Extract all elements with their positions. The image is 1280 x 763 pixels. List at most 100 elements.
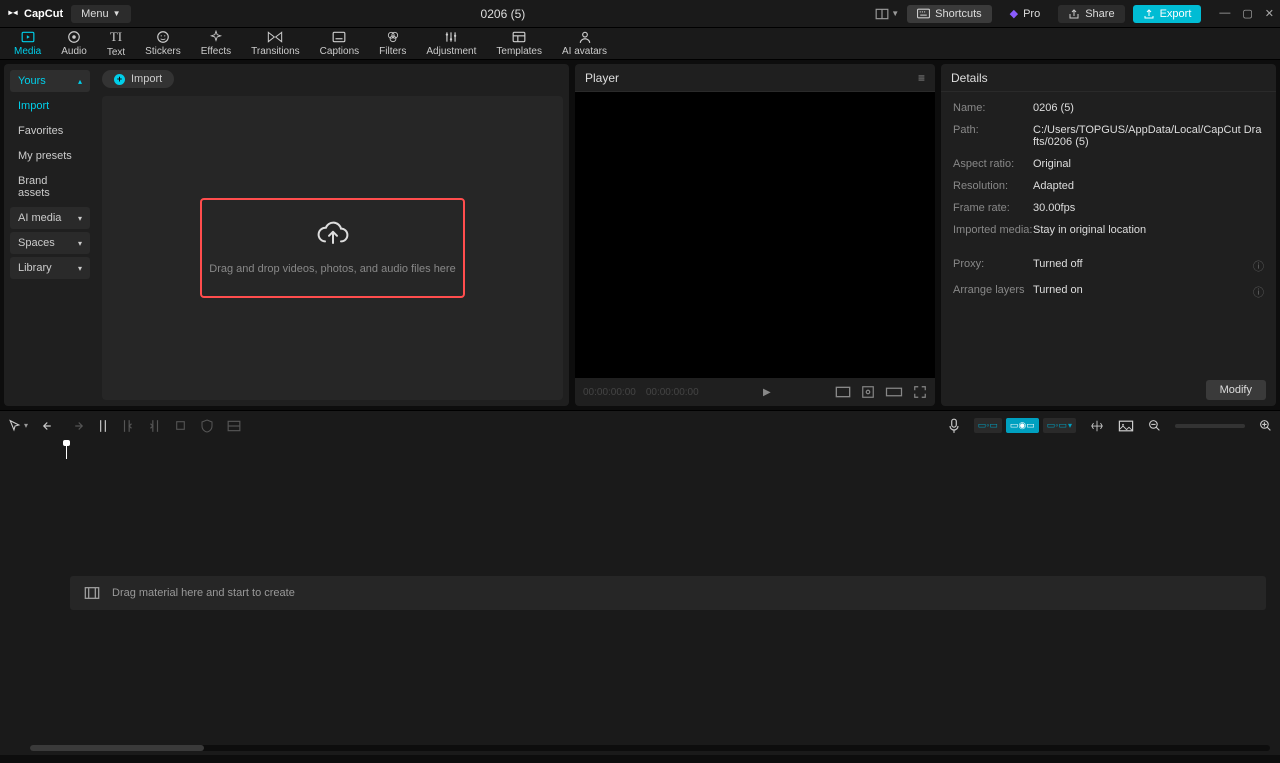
- templates-icon: [512, 30, 526, 44]
- tab-adjustment[interactable]: Adjustment: [416, 28, 486, 59]
- detail-value-name: 0206 (5): [1033, 102, 1264, 114]
- player-viewport[interactable]: [575, 92, 935, 378]
- app-logo: CapCut: [6, 7, 63, 21]
- tab-text[interactable]: TI Text: [97, 28, 135, 59]
- split-right-tool[interactable]: [148, 419, 160, 433]
- timeline[interactable]: Drag material here and start to create: [0, 440, 1280, 755]
- tab-templates-label: Templates: [496, 46, 542, 57]
- tab-ai-avatars[interactable]: AI avatars: [552, 28, 617, 59]
- sidebar-item-brand-assets[interactable]: Brand assets: [10, 170, 90, 204]
- sidebar-item-library[interactable]: Library ▾: [10, 257, 90, 279]
- play-button[interactable]: ▶: [763, 387, 771, 398]
- minimize-button[interactable]: —: [1219, 7, 1230, 20]
- detail-value-imported: Stay in original location: [1033, 224, 1264, 236]
- mask-tool[interactable]: [201, 419, 213, 433]
- info-icon[interactable]: ⓘ: [1253, 284, 1264, 300]
- crop-tool[interactable]: [174, 419, 187, 432]
- layout-icon[interactable]: ▼: [875, 8, 899, 20]
- magnet-main-button[interactable]: ▭◉▭: [1006, 418, 1039, 433]
- sidebar-label: Brand assets: [18, 175, 82, 199]
- redo-button[interactable]: [70, 420, 84, 432]
- cover-button[interactable]: [1118, 420, 1134, 432]
- media-panel: Yours ▴ Import Favorites My presets Bran…: [4, 64, 569, 406]
- sidebar-label: Spaces: [18, 237, 55, 249]
- timeline-toolbar: ▾ ▭◦▭ ▭◉▭ ▭◦▭▾: [0, 410, 1280, 440]
- share-label: Share: [1085, 8, 1114, 20]
- detail-value-arrange: Turned on: [1033, 284, 1247, 296]
- sidebar-item-ai-media[interactable]: AI media ▾: [10, 207, 90, 229]
- detail-value-resolution: Adapted: [1033, 180, 1264, 192]
- tab-audio[interactable]: Audio: [51, 28, 97, 59]
- preview-axis-button[interactable]: [1090, 419, 1104, 433]
- tool-tabs: Media Audio TI Text Stickers Effects Tra…: [0, 28, 1280, 60]
- chevron-down-icon: ▾: [78, 264, 82, 273]
- tab-stickers-label: Stickers: [145, 46, 181, 57]
- chevron-down-icon: ▼: [113, 9, 121, 18]
- zoom-out-button[interactable]: [1148, 419, 1161, 432]
- close-button[interactable]: ✕: [1265, 7, 1274, 20]
- cloud-upload-icon: [317, 221, 349, 249]
- detail-label-framerate: Frame rate:: [953, 202, 1033, 214]
- sidebar-item-my-presets[interactable]: My presets: [10, 145, 90, 167]
- modify-button[interactable]: Modify: [1206, 380, 1266, 400]
- player-menu-icon[interactable]: ≡: [918, 71, 925, 85]
- info-icon[interactable]: ⓘ: [1253, 258, 1264, 274]
- plus-icon: +: [114, 74, 125, 85]
- zoom-slider[interactable]: [1175, 424, 1245, 428]
- title-bar: CapCut Menu ▼ 0206 (5) ▼ Shortcuts ◆ Pro…: [0, 0, 1280, 28]
- keyboard-icon: [917, 8, 930, 19]
- magnet-timeline-button[interactable]: ▭◦▭: [974, 418, 1002, 433]
- detail-value-aspect: Original: [1033, 158, 1264, 170]
- ratio-wide-icon[interactable]: [885, 387, 903, 397]
- sidebar-item-import[interactable]: Import: [10, 95, 90, 117]
- detail-label-arrange: Arrange layers: [953, 284, 1033, 296]
- drop-zone[interactable]: Drag and drop videos, photos, and audio …: [200, 198, 465, 298]
- export-icon: [1143, 8, 1155, 20]
- maximize-button[interactable]: ▢: [1242, 7, 1252, 20]
- freeze-tool[interactable]: [227, 420, 241, 432]
- zoom-in-button[interactable]: [1259, 419, 1272, 432]
- magnet-link-button[interactable]: ▭◦▭▾: [1043, 418, 1076, 433]
- media-drop-area[interactable]: Drag and drop videos, photos, and audio …: [102, 96, 563, 400]
- timeline-main-track[interactable]: Drag material here and start to create: [70, 576, 1266, 610]
- fullscreen-icon[interactable]: [913, 385, 927, 399]
- undo-button[interactable]: [42, 420, 56, 432]
- sidebar-label: Library: [18, 262, 52, 274]
- tab-templates[interactable]: Templates: [486, 28, 552, 59]
- sidebar-item-favorites[interactable]: Favorites: [10, 120, 90, 142]
- player-title: Player: [585, 71, 619, 85]
- detail-value-framerate: 30.00fps: [1033, 202, 1264, 214]
- magnetic-group: ▭◦▭ ▭◉▭ ▭◦▭▾: [974, 418, 1076, 433]
- detail-label-path: Path:: [953, 124, 1033, 136]
- film-icon: [84, 586, 100, 600]
- shortcuts-button[interactable]: Shortcuts: [907, 5, 991, 23]
- ratio-preset-icon[interactable]: [835, 386, 851, 398]
- detail-label-imported: Imported media:: [953, 224, 1033, 236]
- media-sidebar: Yours ▴ Import Favorites My presets Bran…: [4, 64, 96, 406]
- playhead[interactable]: [66, 443, 67, 459]
- safe-zone-icon[interactable]: [861, 385, 875, 399]
- menu-button[interactable]: Menu ▼: [71, 5, 130, 23]
- sidebar-label: Import: [18, 100, 49, 112]
- timeline-scrollbar[interactable]: [30, 745, 1270, 751]
- export-button[interactable]: Export: [1133, 5, 1202, 23]
- sidebar-item-yours[interactable]: Yours ▴: [10, 70, 90, 92]
- tab-media-label: Media: [14, 46, 41, 57]
- import-button[interactable]: + Import: [102, 70, 174, 88]
- mic-button[interactable]: [948, 418, 960, 434]
- select-tool[interactable]: ▾: [8, 419, 28, 432]
- tab-filters[interactable]: Filters: [369, 28, 416, 59]
- pro-button[interactable]: ◆ Pro: [1000, 4, 1051, 23]
- tab-transitions[interactable]: Transitions: [241, 28, 310, 59]
- transitions-icon: [267, 30, 283, 44]
- tab-media[interactable]: Media: [4, 28, 51, 59]
- sidebar-item-spaces[interactable]: Spaces ▾: [10, 232, 90, 254]
- tab-stickers[interactable]: Stickers: [135, 28, 191, 59]
- share-button[interactable]: Share: [1058, 5, 1124, 23]
- pro-label: Pro: [1023, 8, 1040, 20]
- tab-captions[interactable]: Captions: [310, 28, 369, 59]
- tab-transitions-label: Transitions: [251, 46, 300, 57]
- tab-effects[interactable]: Effects: [191, 28, 241, 59]
- split-tool[interactable]: [98, 419, 108, 433]
- split-left-tool[interactable]: [122, 419, 134, 433]
